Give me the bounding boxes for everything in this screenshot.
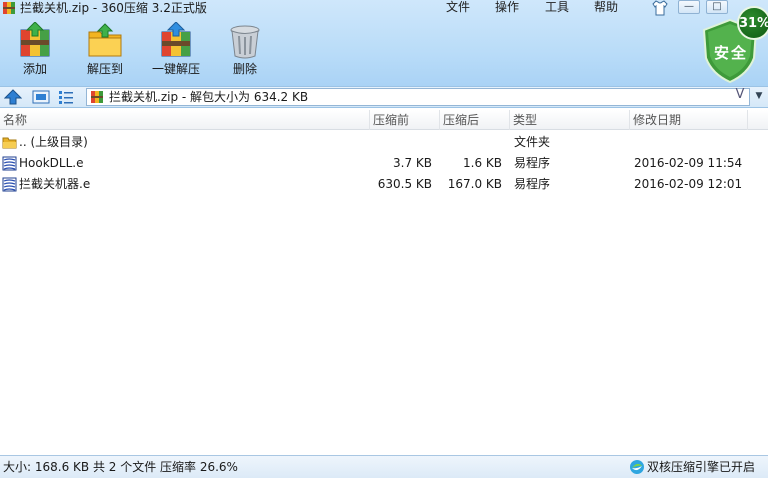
file-name: HookDLL.e bbox=[19, 156, 84, 170]
file-name: 拦截关机器.e bbox=[19, 177, 91, 191]
column-name[interactable]: 名称 bbox=[0, 110, 370, 130]
maximize-button[interactable]: □ bbox=[706, 0, 728, 14]
extract-to-label: 解压到 bbox=[86, 62, 123, 76]
skin-icon[interactable] bbox=[651, 0, 669, 16]
file-size-before: 3.7 KB bbox=[393, 156, 432, 170]
delete-label: 删除 bbox=[232, 62, 257, 76]
e-file-icon bbox=[2, 177, 17, 192]
dual-core-engine-status[interactable]: 双核压缩引擎已开启 bbox=[647, 456, 755, 478]
extract-to-button[interactable]: 解压到 bbox=[75, 22, 135, 80]
security-label: 安全 bbox=[714, 44, 749, 62]
file-size-before: 630.5 KB bbox=[377, 177, 432, 191]
menu-operate[interactable]: 操作 bbox=[495, 0, 519, 14]
file-modified: 2016-02-09 12:01 bbox=[634, 177, 743, 191]
list-view-icon[interactable] bbox=[57, 89, 75, 105]
chevron-down-icon[interactable]: ▼ bbox=[752, 91, 766, 103]
delete-button[interactable]: 删除 bbox=[215, 22, 275, 80]
address-row: 拦截关机.zip - 解包大小为 634.2 KB V ▼ bbox=[0, 86, 768, 108]
zip-archive-icon bbox=[91, 91, 103, 103]
file-type: 文件夹 bbox=[514, 135, 551, 149]
file-type: 易程序 bbox=[514, 156, 551, 170]
status-bar: 大小: 168.6 KB 共 2 个文件 压缩率 26.6% 双核压缩引擎已开启 bbox=[0, 455, 768, 478]
column-size-after[interactable]: 压缩后 bbox=[440, 110, 510, 130]
toolbar-band: 拦截关机.zip - 360压缩 3.2正式版 文件 操作 工具 帮助 — □ … bbox=[0, 0, 768, 88]
table-row[interactable]: .. (上级目录) 文件夹 bbox=[0, 132, 768, 153]
menu-tools[interactable]: 工具 bbox=[545, 0, 569, 14]
trash-can-icon bbox=[230, 25, 260, 59]
column-size-before[interactable]: 压缩前 bbox=[370, 110, 440, 130]
folder-icon bbox=[2, 137, 17, 149]
add-archive-icon bbox=[20, 22, 50, 57]
column-type[interactable]: 类型 bbox=[510, 110, 630, 130]
add-label: 添加 bbox=[22, 62, 47, 76]
one-click-extract-label: 一键解压 bbox=[151, 62, 200, 76]
column-modified[interactable]: 修改日期 bbox=[630, 110, 748, 130]
add-button[interactable]: 添加 bbox=[5, 22, 65, 80]
menu-help[interactable]: 帮助 bbox=[594, 0, 618, 14]
file-list-header: 名称 压缩前 压缩后 类型 修改日期 bbox=[0, 110, 768, 130]
app-icon bbox=[3, 2, 15, 14]
title-bar: 拦截关机.zip - 360压缩 3.2正式版 文件 操作 工具 帮助 — □ bbox=[0, 0, 768, 18]
one-click-extract-button[interactable]: 一键解压 bbox=[146, 22, 206, 80]
thumbnail-view-icon[interactable] bbox=[32, 89, 50, 105]
address-history-dropdown[interactable]: V bbox=[730, 87, 750, 103]
one-click-extract-icon bbox=[161, 22, 191, 57]
address-bar[interactable]: 拦截关机.zip - 解包大小为 634.2 KB bbox=[86, 88, 750, 106]
e-file-icon bbox=[2, 156, 17, 171]
dual-core-engine-icon[interactable] bbox=[629, 459, 645, 475]
file-name: .. (上级目录) bbox=[19, 135, 88, 149]
up-arrow-icon[interactable] bbox=[4, 89, 22, 105]
security-percent: 31% bbox=[739, 16, 768, 31]
file-size-after: 1.6 KB bbox=[463, 156, 502, 170]
status-summary: 大小: 168.6 KB 共 2 个文件 压缩率 26.6% bbox=[3, 460, 238, 474]
window-title: 拦截关机.zip - 360压缩 3.2正式版 bbox=[20, 1, 207, 15]
address-path: 拦截关机.zip - 解包大小为 634.2 KB bbox=[109, 90, 309, 104]
menu-file[interactable]: 文件 bbox=[446, 0, 470, 14]
file-size-after: 167.0 KB bbox=[447, 177, 502, 191]
security-percent-badge: 31% bbox=[737, 6, 768, 40]
minimize-button[interactable]: — bbox=[678, 0, 700, 14]
table-row[interactable]: HookDLL.e 3.7 KB 1.6 KB 易程序 2016-02-09 1… bbox=[0, 153, 768, 174]
extract-folder-icon bbox=[88, 23, 122, 57]
table-row[interactable]: 拦截关机器.e 630.5 KB 167.0 KB 易程序 2016-02-09… bbox=[0, 174, 768, 195]
file-modified: 2016-02-09 11:54 bbox=[634, 156, 743, 170]
file-type: 易程序 bbox=[514, 177, 551, 191]
